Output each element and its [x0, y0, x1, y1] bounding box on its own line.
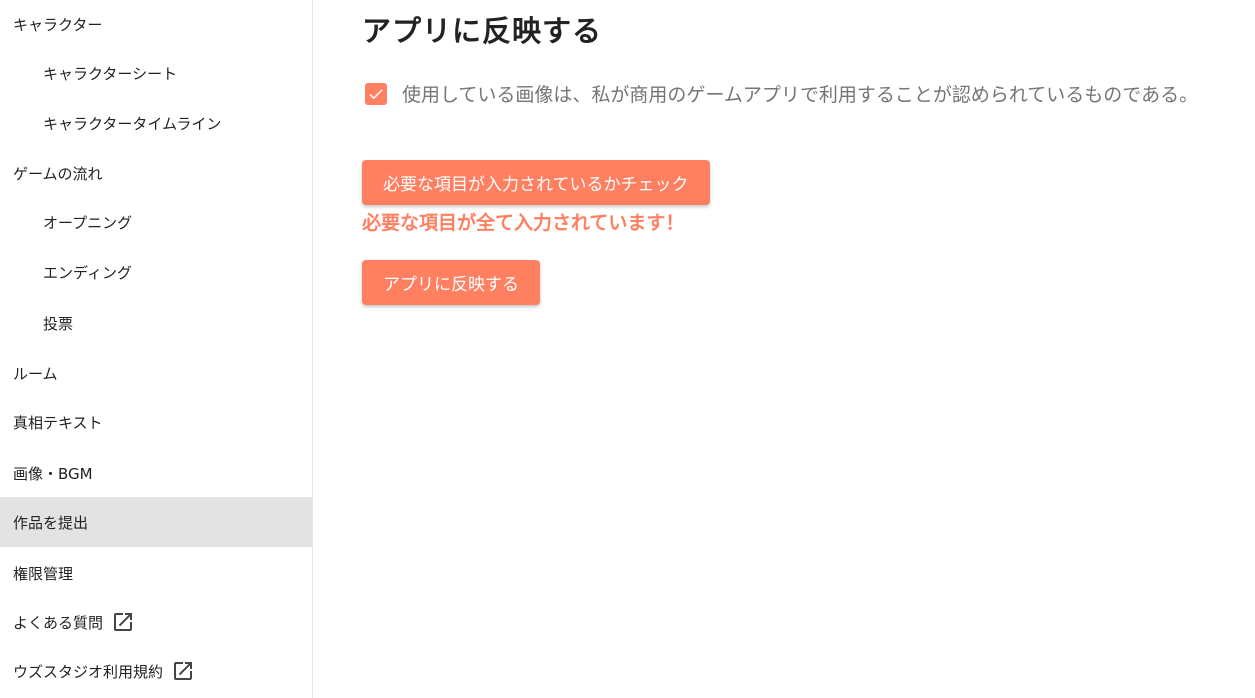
sidebar-item-label: ルーム: [13, 364, 58, 383]
checkmark-icon: [369, 88, 383, 99]
sidebar-item-label: 画像・BGM: [13, 464, 93, 483]
sidebar-item-label: エンディング: [43, 263, 132, 282]
sidebar-item-terms[interactable]: ウズスタジオ利用規約: [0, 646, 312, 696]
page-title: アプリに反映する: [362, 14, 603, 48]
sidebar-item-character[interactable]: キャラクター: [0, 0, 312, 49]
sidebar-item-label: 権限管理: [13, 564, 74, 583]
sidebar-item-opening[interactable]: オープニング: [0, 197, 312, 247]
sidebar-item-character-timeline[interactable]: キャラクタータイムライン: [0, 98, 312, 148]
sidebar-item-label: ウズスタジオ利用規約: [13, 662, 164, 681]
sidebar-item-permissions[interactable]: 権限管理: [0, 548, 312, 598]
sidebar-item-truth-text[interactable]: 真相テキスト: [0, 397, 312, 447]
app-root: キャラクター キャラクターシート キャラクタータイムライン ゲームの流れ オープ…: [0, 0, 1255, 698]
sidebar-item-faq[interactable]: よくある質問: [0, 597, 312, 647]
status-message: 必要な項目が全て入力されています！: [362, 212, 685, 234]
apply-to-app-button[interactable]: アプリに反映する: [362, 260, 540, 305]
external-link-icon: [171, 659, 195, 683]
sidebar-item-room[interactable]: ルーム: [0, 348, 312, 398]
sidebar-item-game-flow[interactable]: ゲームの流れ: [0, 148, 312, 198]
sidebar-item-vote[interactable]: 投票: [0, 298, 312, 348]
sidebar-item-label: よくある質問: [13, 613, 104, 632]
sidebar-item-images-bgm[interactable]: 画像・BGM: [0, 448, 312, 498]
sidebar-item-ending[interactable]: エンディング: [0, 247, 312, 297]
sidebar: キャラクター キャラクターシート キャラクタータイムライン ゲームの流れ オープ…: [0, 0, 313, 698]
consent-checkbox[interactable]: [365, 82, 387, 105]
sidebar-item-label: 投票: [43, 314, 74, 333]
consent-label: 使用している画像は、私が商用のゲームアプリで利用することが認められているものであ…: [402, 84, 1199, 106]
main-content: アプリに反映する 使用している画像は、私が商用のゲームアプリで利用することが認め…: [313, 0, 1255, 698]
sidebar-item-label: キャラクターシート: [43, 64, 178, 83]
sidebar-item-character-sheet[interactable]: キャラクターシート: [0, 48, 312, 98]
sidebar-item-label: キャラクタータイムライン: [43, 114, 222, 133]
external-link-icon: [111, 610, 135, 634]
sidebar-item-label: キャラクター: [13, 15, 103, 34]
sidebar-item-submit-work[interactable]: 作品を提出: [0, 497, 312, 547]
sidebar-item-label: 真相テキスト: [13, 413, 103, 432]
sidebar-item-label: ゲームの流れ: [13, 164, 103, 183]
consent-row: 使用している画像は、私が商用のゲームアプリで利用することが認められているものであ…: [365, 80, 1198, 107]
check-required-fields-button[interactable]: 必要な項目が入力されているかチェック: [362, 160, 710, 205]
sidebar-item-label: オープニング: [43, 213, 133, 232]
sidebar-item-label: 作品を提出: [13, 513, 89, 532]
